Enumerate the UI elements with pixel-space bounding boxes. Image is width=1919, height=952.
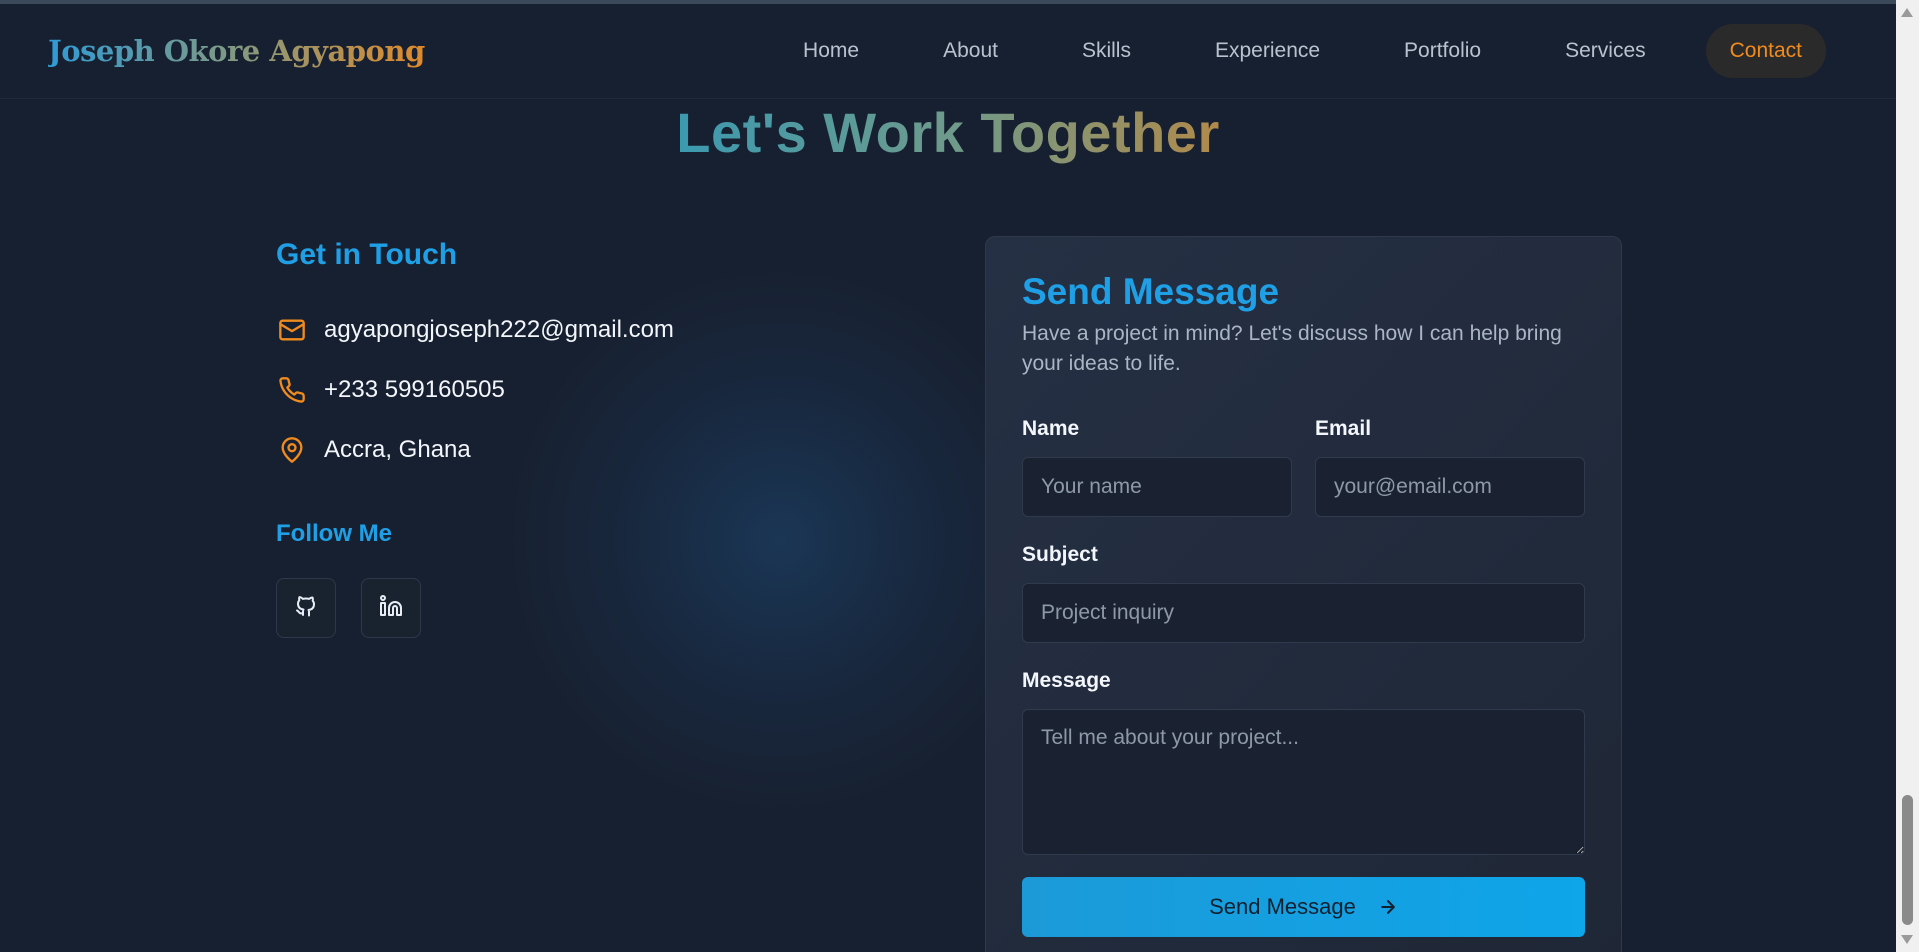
scroll-up-arrow-icon[interactable] xyxy=(1901,8,1913,17)
scroll-down-arrow-icon[interactable] xyxy=(1901,935,1913,944)
main-nav: Home About Skills Experience Portfolio S… xyxy=(761,24,1826,78)
linkedin-button[interactable] xyxy=(361,578,421,638)
email-input[interactable] xyxy=(1315,457,1585,517)
message-textarea[interactable] xyxy=(1022,709,1585,855)
scrollbar-thumb[interactable] xyxy=(1902,795,1913,925)
mail-icon xyxy=(276,314,308,346)
get-in-touch-heading: Get in Touch xyxy=(276,238,458,271)
message-label: Message xyxy=(1022,669,1111,692)
form-title: Send Message xyxy=(1022,271,1280,312)
contact-phone-row: +233 599160505 xyxy=(276,374,505,406)
github-icon xyxy=(294,594,318,623)
contact-location-row: Accra, Ghana xyxy=(276,434,471,466)
nav-about[interactable]: About xyxy=(901,24,1040,78)
site-header: Joseph Okore Agyapong Home About Skills … xyxy=(0,4,1896,99)
page-scrollbar[interactable] xyxy=(1896,0,1919,952)
arrow-right-icon xyxy=(1378,897,1398,917)
contact-phone[interactable]: +233 599160505 xyxy=(324,376,505,404)
section-title: Let's Work Together xyxy=(0,100,1896,165)
contact-form-card: Send Message Have a project in mind? Let… xyxy=(985,236,1622,952)
site-logo[interactable]: Joseph Okore Agyapong xyxy=(48,34,425,68)
follow-me-heading: Follow Me xyxy=(276,520,392,547)
form-subtitle: Have a project in mind? Let's discuss ho… xyxy=(1022,322,1562,375)
phone-icon xyxy=(276,374,308,406)
send-message-button[interactable]: Send Message xyxy=(1022,877,1585,937)
nav-services[interactable]: Services xyxy=(1523,24,1688,78)
subject-input[interactable] xyxy=(1022,583,1585,643)
section-title-text: Let's Work Together xyxy=(676,101,1220,164)
nav-contact[interactable]: Contact xyxy=(1705,24,1826,78)
subject-label: Subject xyxy=(1022,543,1098,566)
contact-email[interactable]: agyapongjoseph222@gmail.com xyxy=(324,316,674,344)
email-label: Email xyxy=(1315,417,1372,440)
name-input[interactable] xyxy=(1022,457,1292,517)
name-label: Name xyxy=(1022,417,1080,440)
linkedin-icon xyxy=(379,594,403,623)
send-message-label: Send Message xyxy=(1209,894,1356,919)
nav-experience[interactable]: Experience xyxy=(1173,24,1362,78)
map-pin-icon xyxy=(276,434,308,466)
github-button[interactable] xyxy=(276,578,336,638)
nav-home[interactable]: Home xyxy=(761,24,901,78)
contact-email-row: agyapongjoseph222@gmail.com xyxy=(276,314,674,346)
contact-location: Accra, Ghana xyxy=(324,436,471,463)
nav-skills[interactable]: Skills xyxy=(1040,24,1173,78)
nav-portfolio[interactable]: Portfolio xyxy=(1362,24,1523,78)
